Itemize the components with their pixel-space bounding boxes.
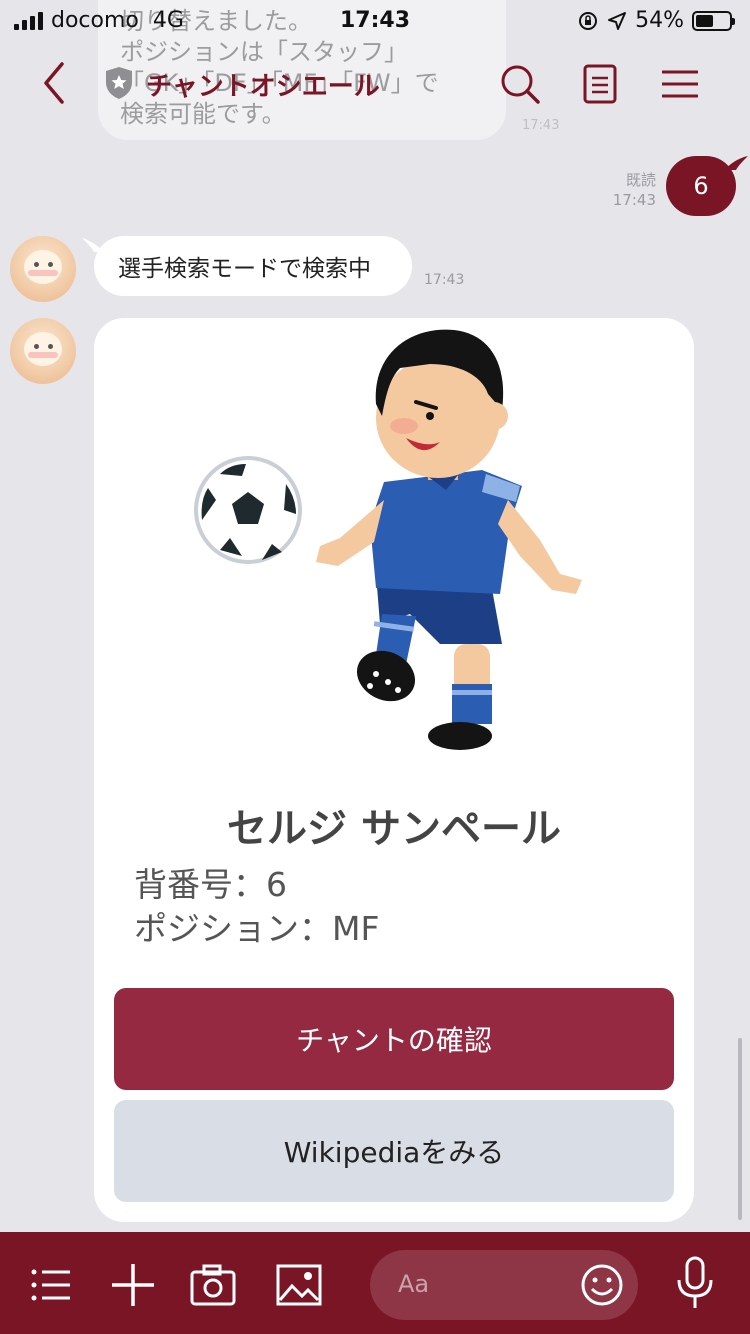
battery-icon [692, 10, 735, 31]
read-receipt: 既読 17:43 [604, 170, 656, 210]
message-input[interactable]: Aa [370, 1250, 638, 1320]
player-number: 背番号：6 [134, 865, 287, 904]
bot-message-bubble[interactable]: 選手検索モードで検索中 [94, 236, 412, 296]
notes-icon[interactable] [578, 62, 622, 106]
list-menu-icon[interactable] [28, 1262, 74, 1308]
user-message-text: 6 [693, 172, 709, 200]
message-input-placeholder: Aa [398, 1270, 430, 1298]
back-chevron-icon[interactable] [38, 58, 68, 108]
check-chant-button[interactable]: チャントの確認 [114, 988, 674, 1090]
soccer-ball-icon [194, 456, 302, 564]
microphone-icon[interactable] [672, 1256, 718, 1310]
scrollbar[interactable] [738, 1038, 742, 1220]
camera-icon[interactable] [190, 1262, 236, 1308]
emoji-icon[interactable] [580, 1263, 624, 1307]
player-card: セルジ サンペール 背番号：6 ポジション：MF チャントの確認 Wikiped… [94, 318, 694, 1222]
official-shield-icon [106, 67, 132, 99]
wikipedia-button[interactable]: Wikipediaをみる [114, 1100, 674, 1202]
plus-icon[interactable] [110, 1262, 156, 1308]
bot-message-text: 選手検索モードで検索中 [118, 256, 371, 282]
soccer-player-illustration [194, 329, 582, 750]
menu-icon[interactable] [658, 62, 702, 106]
player-name: セルジ サンペール [227, 806, 561, 852]
bot-avatar[interactable] [10, 318, 76, 384]
battery-percent: 54% [635, 8, 684, 33]
read-label: 既読 [625, 171, 656, 189]
chat-title: チャントオシエール [146, 72, 380, 102]
user-message-time: 17:43 [612, 191, 656, 209]
location-arrow-icon [608, 11, 627, 30]
bot-avatar[interactable] [10, 236, 76, 302]
chat-header: チャントオシエール [0, 46, 750, 122]
status-bar: docomo 4G 17:43 54% [0, 0, 750, 40]
bot-message-time: 17:43 [424, 272, 465, 288]
input-toolbar: Aa [0, 1232, 750, 1334]
search-icon[interactable] [498, 62, 542, 106]
rotation-lock-icon [579, 11, 598, 30]
user-message-bubble[interactable]: 6 [666, 156, 736, 216]
image-icon[interactable] [276, 1262, 322, 1308]
player-position: ポジション：MF [134, 909, 380, 948]
